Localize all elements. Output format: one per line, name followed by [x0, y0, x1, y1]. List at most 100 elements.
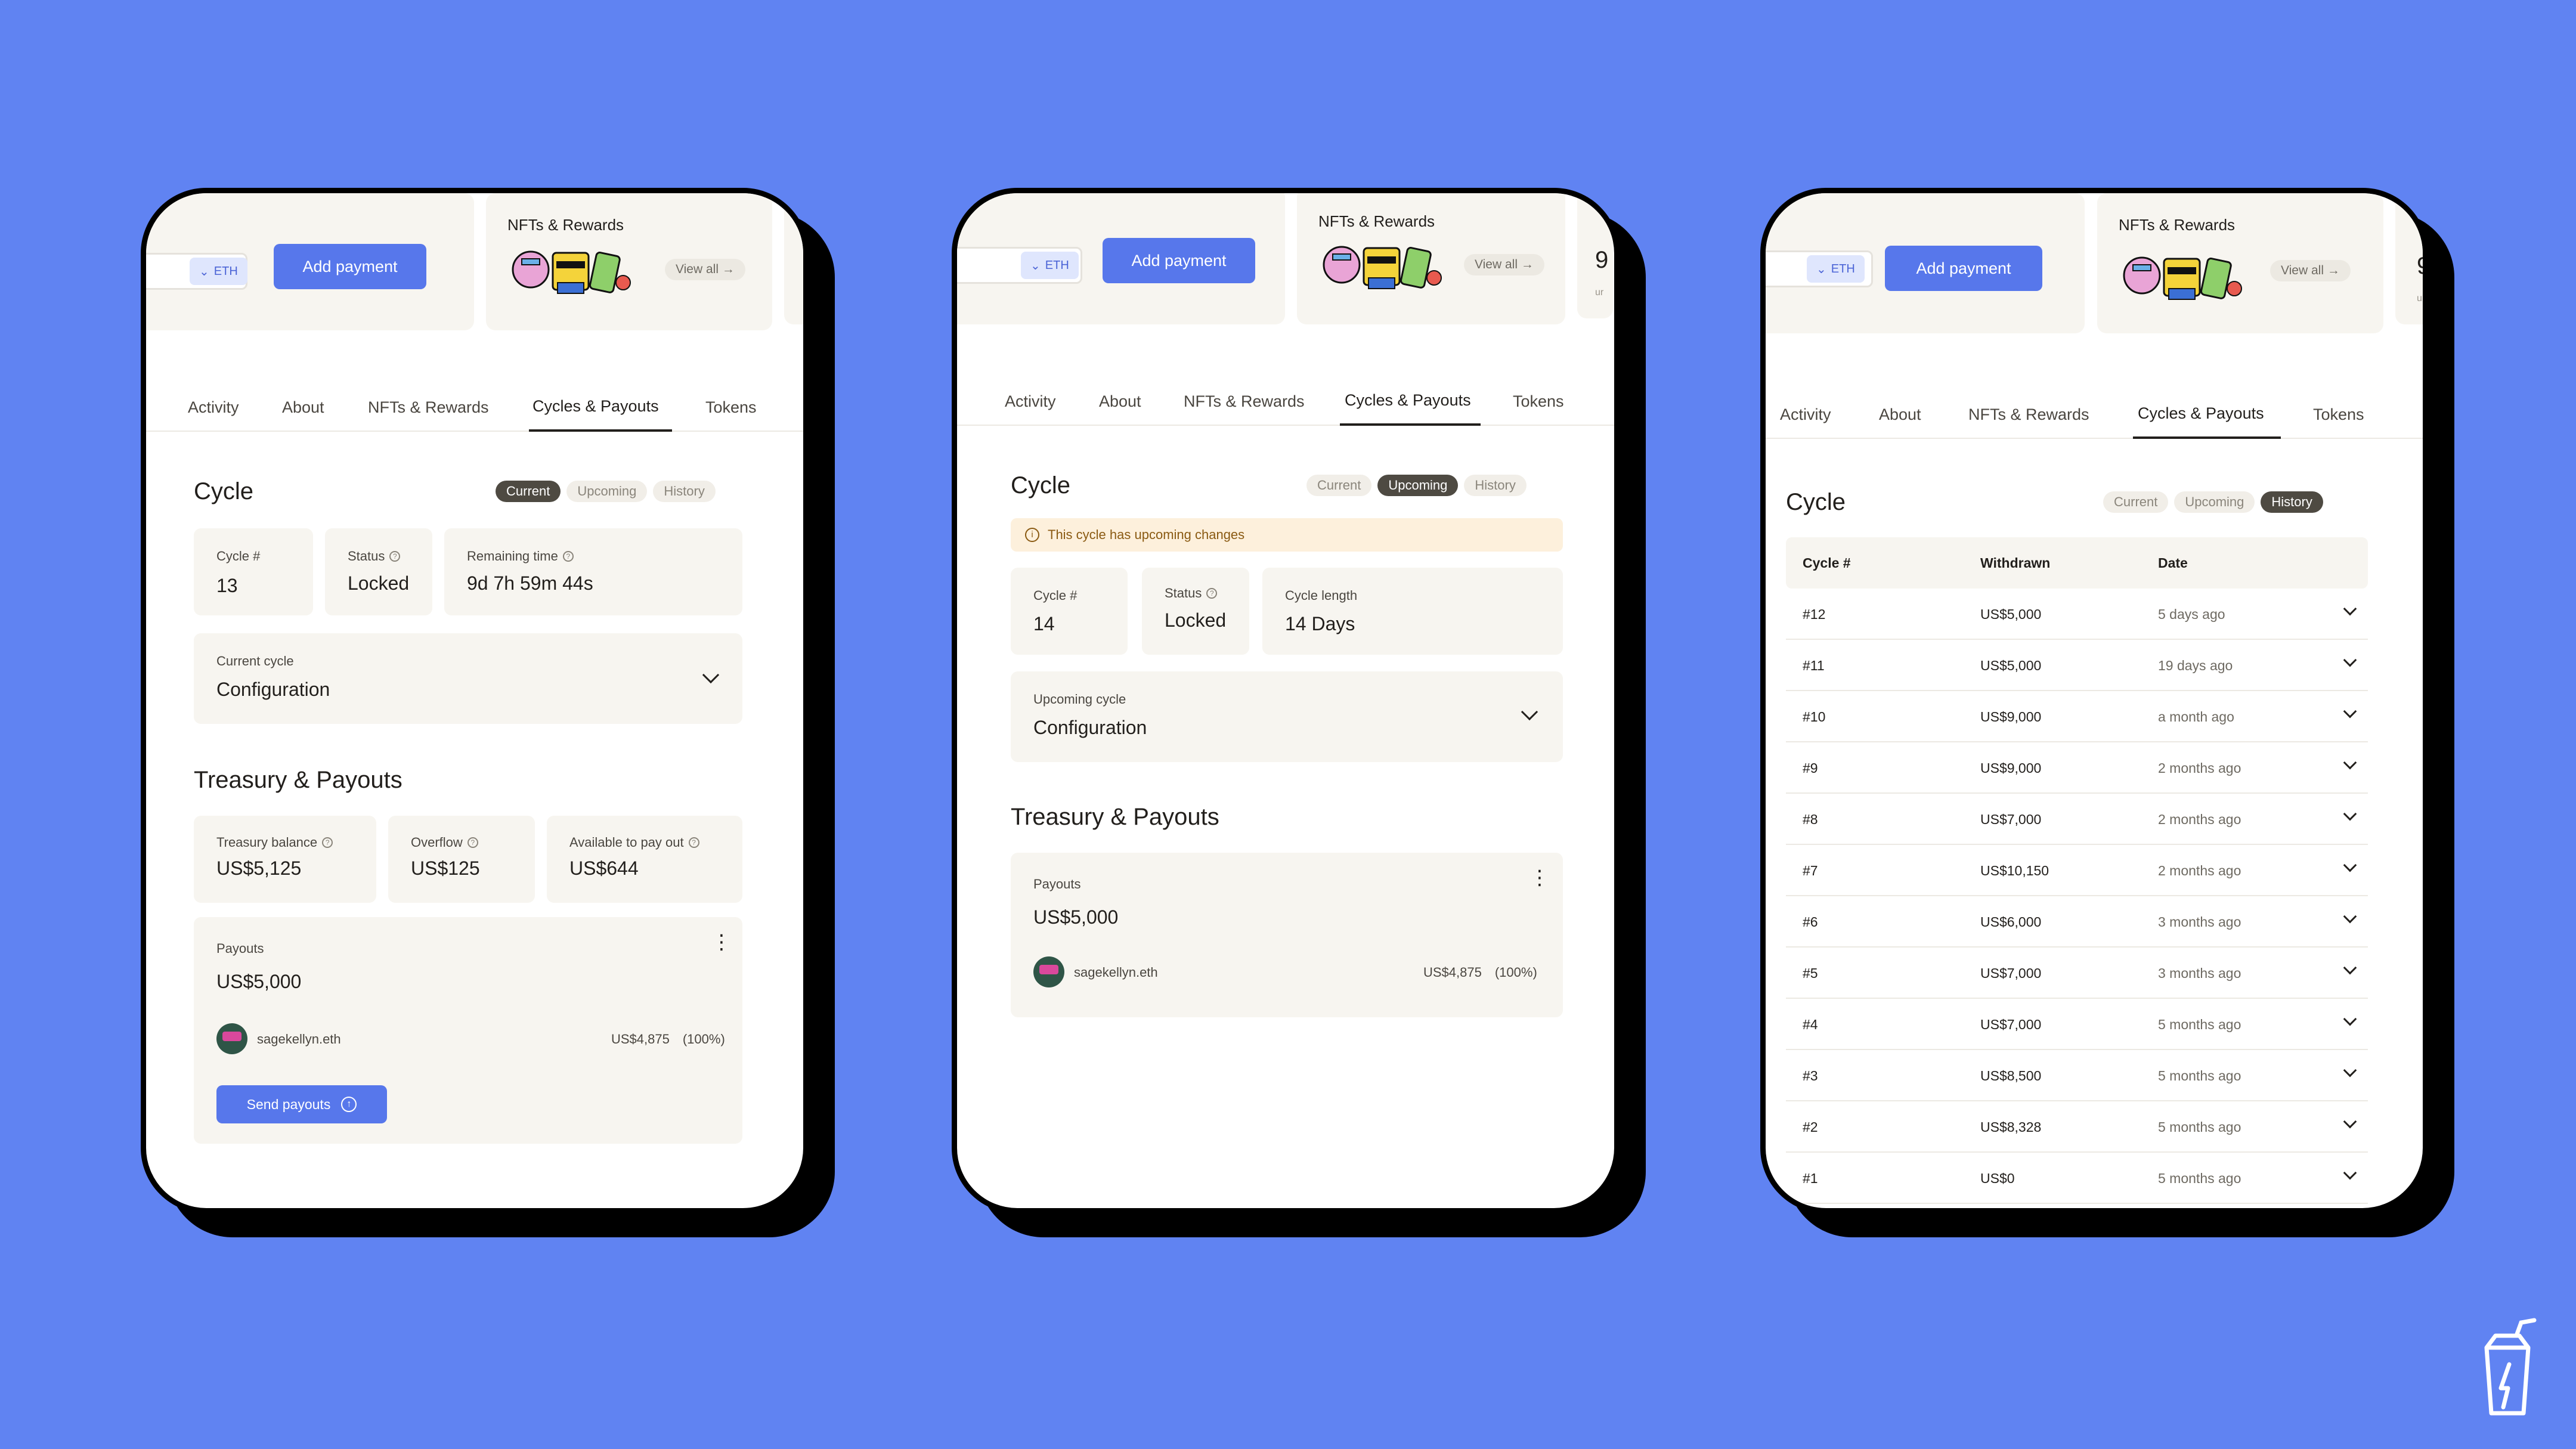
- chevron-down-icon[interactable]: [2343, 807, 2357, 821]
- view-all-button[interactable]: View all →: [1464, 254, 1544, 275]
- currency-select[interactable]: ⌄ ETH: [1807, 255, 1865, 283]
- pill-history[interactable]: History: [2261, 491, 2323, 513]
- tab-tokens[interactable]: Tokens: [2313, 405, 2364, 424]
- payment-card: ⌄ ETH Add payment: [146, 193, 474, 330]
- tab-cycles-payouts[interactable]: Cycles & Payouts: [2138, 404, 2264, 423]
- cycle-configuration-accordion[interactable]: Upcoming cycle Configuration: [1011, 671, 1563, 762]
- add-payment-button[interactable]: Add payment: [1885, 246, 2042, 291]
- date-cell: a month ago: [2158, 709, 2234, 724]
- chevron-down-icon[interactable]: [2343, 858, 2357, 872]
- table-row[interactable]: #9 US$9,000 2 months ago: [1786, 742, 2368, 794]
- chevron-down-icon[interactable]: [2343, 756, 2357, 770]
- nft-collection-image: [2123, 256, 2243, 301]
- chevron-down-icon[interactable]: [1521, 703, 1538, 721]
- overflow-stat: Overflow? US$125: [388, 816, 535, 903]
- upcoming-changes-banner: i This cycle has upcoming changes: [1011, 518, 1563, 552]
- pill-current[interactable]: Current: [1306, 475, 1372, 496]
- tab-about[interactable]: About: [1099, 392, 1141, 411]
- tab-activity[interactable]: Activity: [188, 398, 239, 417]
- payouts-total: US$5,000: [216, 971, 302, 992]
- pill-current[interactable]: Current: [496, 481, 561, 502]
- add-payment-button[interactable]: Add payment: [1103, 238, 1255, 283]
- table-row[interactable]: #8 US$7,000 2 months ago: [1786, 794, 2368, 845]
- chevron-down-icon[interactable]: [702, 666, 720, 684]
- tab-nfts-rewards[interactable]: NFTs & Rewards: [1184, 392, 1305, 411]
- date-cell: 2 months ago: [2158, 812, 2241, 827]
- avatar: [216, 1023, 247, 1054]
- chevron-down-icon[interactable]: [2343, 1166, 2357, 1180]
- help-icon[interactable]: ?: [1206, 588, 1218, 599]
- stat-label-text: Treasury balance: [216, 835, 318, 850]
- table-row[interactable]: #6 US$6,000 3 months ago: [1786, 896, 2368, 948]
- help-icon[interactable]: ?: [562, 551, 574, 562]
- pill-upcoming[interactable]: Upcoming: [2174, 491, 2255, 513]
- tab-about[interactable]: About: [282, 398, 324, 417]
- chevron-down-icon[interactable]: [2343, 1012, 2357, 1026]
- chevron-down-icon[interactable]: [2343, 1114, 2357, 1129]
- amount-input[interactable]: ⌄ ETH: [1766, 250, 1873, 287]
- help-icon[interactable]: ?: [467, 837, 478, 848]
- tab-about[interactable]: About: [1879, 405, 1921, 424]
- juicebox-logo-icon: [2484, 1318, 2537, 1416]
- table-row[interactable]: #10 US$9,000 a month ago: [1786, 691, 2368, 742]
- withdrawn-cell: US$7,000: [1980, 812, 2042, 827]
- amount-input[interactable]: ⌄ ETH: [957, 247, 1082, 284]
- config-label: Upcoming cycle: [1033, 692, 1126, 707]
- view-all-button[interactable]: View all →: [665, 259, 745, 280]
- stat-value: US$125: [411, 857, 480, 879]
- table-row[interactable]: #12 US$5,000 5 days ago: [1786, 589, 2368, 640]
- cycle-cell: #7: [1803, 863, 1818, 878]
- config-value: Configuration: [216, 679, 330, 700]
- cycle-configuration-accordion[interactable]: Current cycle Configuration: [194, 633, 742, 724]
- chevron-down-icon[interactable]: [2343, 653, 2357, 667]
- config-label: Current cycle: [216, 654, 294, 668]
- chevron-down-icon[interactable]: [2343, 909, 2357, 924]
- pill-history[interactable]: History: [1464, 475, 1527, 496]
- currency-select[interactable]: ⌄ ETH: [190, 258, 247, 285]
- stat-label-text: Remaining time: [467, 549, 558, 564]
- tab-tokens[interactable]: Tokens: [705, 398, 757, 417]
- tab-tokens[interactable]: Tokens: [1513, 392, 1564, 411]
- tab-cycles-payouts[interactable]: Cycles & Payouts: [532, 397, 659, 416]
- help-icon[interactable]: ?: [688, 837, 699, 848]
- more-options-icon[interactable]: ⋮: [711, 932, 732, 952]
- table-row[interactable]: #1 US$0 5 months ago: [1786, 1153, 2368, 1204]
- table-row[interactable]: #11 US$5,000 19 days ago: [1786, 640, 2368, 691]
- help-icon[interactable]: ?: [322, 837, 333, 848]
- stat-label: Status?: [1165, 586, 1218, 601]
- chevron-down-icon[interactable]: [2343, 602, 2357, 616]
- tab-nfts-rewards[interactable]: NFTs & Rewards: [368, 398, 489, 417]
- chevron-down-icon[interactable]: [2343, 961, 2357, 975]
- pill-upcoming[interactable]: Upcoming: [1377, 475, 1459, 496]
- add-payment-button[interactable]: Add payment: [274, 244, 426, 289]
- table-row[interactable]: #4 US$7,000 5 months ago: [1786, 999, 2368, 1050]
- frag-small: ur: [806, 289, 809, 299]
- pill-upcoming[interactable]: Upcoming: [566, 481, 648, 502]
- tab-nfts-rewards[interactable]: NFTs & Rewards: [1968, 405, 2089, 424]
- more-options-icon[interactable]: ⋮: [1530, 868, 1550, 888]
- cycle-cell: #11: [1803, 658, 1825, 673]
- table-row[interactable]: #7 US$10,150 2 months ago: [1786, 845, 2368, 896]
- frag-small: ur: [2417, 293, 2426, 304]
- chevron-down-icon[interactable]: [2343, 1063, 2357, 1078]
- withdrawn-cell: US$8,500: [1980, 1068, 2042, 1083]
- pill-current[interactable]: Current: [2103, 491, 2169, 513]
- chevron-down-icon[interactable]: [2343, 704, 2357, 719]
- table-row[interactable]: #3 US$8,500 5 months ago: [1786, 1050, 2368, 1101]
- view-all-button[interactable]: View all →: [2270, 260, 2351, 281]
- tab-cycles-payouts[interactable]: Cycles & Payouts: [1345, 391, 1471, 410]
- table-row[interactable]: #5 US$7,000 3 months ago: [1786, 948, 2368, 999]
- send-payouts-button[interactable]: Send payouts ↑: [216, 1085, 387, 1123]
- cycle-title: Cycle: [194, 478, 254, 504]
- help-icon[interactable]: ?: [389, 551, 401, 562]
- table-row[interactable]: #2 US$8,328 5 months ago: [1786, 1101, 2368, 1153]
- currency-select[interactable]: ⌄ ETH: [1021, 252, 1079, 279]
- pill-history[interactable]: History: [653, 481, 716, 502]
- active-tab-indicator: [2133, 436, 2281, 439]
- stat-value: 13: [216, 575, 238, 596]
- stat-value: US$644: [569, 857, 639, 879]
- tab-activity[interactable]: Activity: [1005, 392, 1056, 411]
- tab-activity[interactable]: Activity: [1780, 405, 1831, 424]
- payee-percentage: (100%): [682, 1032, 725, 1046]
- amount-input[interactable]: ⌄ ETH: [146, 253, 247, 290]
